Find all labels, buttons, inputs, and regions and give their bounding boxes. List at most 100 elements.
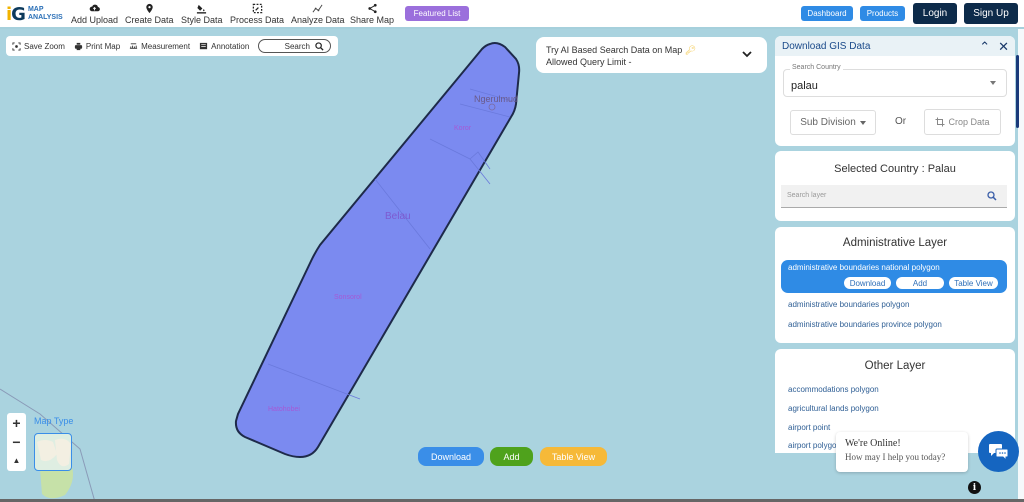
share-icon (367, 3, 377, 14)
map-type-label: Map Type (34, 416, 74, 426)
collapse-icon[interactable]: ⌃ (979, 39, 990, 55)
country-select-value: palau (791, 80, 818, 92)
logo[interactable]: iG MAP ANALYSIS (6, 3, 64, 25)
crop-data-button[interactable]: Crop Data (924, 109, 1001, 135)
search-layer-input[interactable]: Search layer (781, 185, 1007, 208)
ai-search-title: Try AI Based Search Data on Map (546, 45, 683, 55)
chat-greeting[interactable]: We're Online! How may I help you today? (836, 432, 968, 472)
panel-header: Download GIS Data ⌃ ✕ (775, 36, 1015, 56)
chat-icon (988, 443, 1008, 461)
crop-data-label: Crop Data (948, 117, 990, 127)
measurement-button[interactable]: Measurement (129, 42, 190, 51)
search-layer-placeholder: Search layer (787, 192, 827, 199)
map-table-view-button[interactable]: Table View (540, 447, 607, 466)
search-icon (987, 191, 997, 201)
print-map-label: Print Map (85, 41, 121, 51)
subdivision-dropdown[interactable]: Sub Division (790, 110, 876, 135)
nav-process-data[interactable]: Process Data (230, 3, 284, 25)
dashboard-button[interactable]: Dashboard (801, 6, 853, 21)
featured-list-button[interactable]: Featured List (405, 6, 469, 21)
layer-table-view-button[interactable]: Table View (949, 277, 998, 289)
annotation-button[interactable]: Annotation (199, 42, 249, 51)
crop-icon (935, 117, 945, 127)
signup-button[interactable]: Sign Up (964, 3, 1018, 24)
layer-item[interactable]: agricultural lands polygon (788, 404, 879, 413)
analyze-icon (312, 4, 323, 13)
label-ngerulmud: Ngerulmud (474, 94, 518, 104)
dropdown-caret-icon (990, 81, 996, 85)
ruler-icon (130, 42, 138, 49)
chat-title: We're Online! (845, 438, 901, 449)
map-search-input[interactable]: Search (258, 39, 331, 53)
measurement-label: Measurement (141, 41, 191, 51)
logo-mark: iG (6, 3, 26, 25)
nav-analyze-data[interactable]: Analyze Data (291, 3, 345, 25)
zoom-out-button[interactable]: − (7, 432, 26, 451)
or-label: Or (895, 116, 907, 127)
logo-text: MAP ANALYSIS (28, 6, 63, 22)
logo-line2: ANALYSIS (27, 14, 63, 21)
process-icon (252, 3, 262, 14)
administrative-layer-title: Administrative Layer (842, 237, 948, 249)
map-type-switcher[interactable] (34, 433, 72, 471)
country-select-label: Search Country (790, 64, 843, 71)
map-add-button[interactable]: Add (490, 447, 533, 466)
layer-item[interactable]: administrative boundaries province polyg… (788, 320, 942, 329)
other-layer-title: Other Layer (864, 360, 926, 372)
country-select[interactable]: Search Country palau (783, 64, 1007, 97)
layer-item[interactable]: airport point (788, 423, 830, 432)
panel-title: Download GIS Data (782, 40, 871, 52)
cloud-upload-icon (89, 4, 100, 12)
layer-add-button[interactable]: Add (896, 277, 944, 289)
panel-scrollbar[interactable] (1016, 55, 1019, 128)
reset-north-button[interactable]: ▲ (7, 451, 26, 470)
map-search-placeholder: Search (284, 41, 310, 51)
save-zoom-label: Save Zoom (24, 41, 65, 51)
palau-polygon[interactable] (234, 42, 521, 459)
selected-country-title: Selected Country : Palau (834, 163, 956, 175)
layer-item[interactable]: accommodations polygon (788, 385, 879, 394)
dropdown-caret-icon (859, 120, 866, 125)
save-zoom-button[interactable]: Save Zoom (12, 42, 65, 51)
print-map-button[interactable]: Print Map (74, 42, 120, 51)
products-button[interactable]: Products (860, 6, 905, 21)
layer-item[interactable]: administrative boundaries polygon (788, 300, 909, 309)
zoom-controls: + − ▲ (7, 413, 26, 471)
nav-label: Process Data (230, 15, 285, 25)
printer-icon (74, 42, 83, 50)
map-toolbar: Save Zoom Print Map Measurement Annotati… (6, 36, 338, 56)
nav-style-data[interactable]: Style Data (181, 3, 223, 25)
nav-label: Create Data (125, 15, 174, 25)
chat-subtitle: How may I help you today? (845, 452, 946, 462)
login-button[interactable]: Login (913, 3, 957, 24)
map-download-button[interactable]: Download (418, 447, 484, 466)
paint-bucket-icon (197, 4, 207, 14)
label-koror: Koror (454, 125, 472, 132)
download-gis-panel: Download GIS Data ⌃ ✕ Search Country pal… (775, 36, 1015, 146)
nav-add-upload[interactable]: Add Upload (71, 3, 118, 25)
selected-layer-label: administrative boundaries national polyg… (788, 263, 940, 272)
selected-layer-item[interactable]: administrative boundaries national polyg… (781, 260, 1007, 293)
layer-item[interactable]: airport polygon (788, 441, 841, 450)
annotation-label: Annotation (211, 41, 250, 51)
label-hatohobei: Hatohobei (268, 406, 300, 413)
annotation-icon (199, 42, 208, 49)
map-thumbnail-icon (37, 438, 71, 467)
selected-country-card: Selected Country : Palau Search layer (775, 151, 1015, 221)
ai-search-box[interactable]: Try AI Based Search Data on Map 🔑︎ Allow… (536, 37, 767, 73)
chevron-down-icon[interactable] (741, 48, 753, 60)
close-icon[interactable]: ✕ (998, 39, 1009, 55)
layer-download-button[interactable]: Download (844, 277, 891, 289)
ai-query-limit: Allowed Query Limit - (546, 57, 632, 67)
map-pin-icon (146, 3, 153, 14)
info-icon[interactable]: i (968, 481, 981, 494)
label-belau: Belau (385, 211, 411, 222)
subdivision-label: Sub Division (800, 117, 856, 128)
nav-share-map[interactable]: Share Map (350, 3, 394, 25)
nav-create-data[interactable]: Create Data (125, 3, 174, 25)
chat-launcher-button[interactable] (978, 431, 1019, 472)
key-icon: 🔑︎ (684, 45, 697, 55)
zoom-in-button[interactable]: + (7, 413, 26, 432)
logo-line1: MAP (27, 6, 44, 13)
nav-label: Analyze Data (291, 15, 345, 25)
